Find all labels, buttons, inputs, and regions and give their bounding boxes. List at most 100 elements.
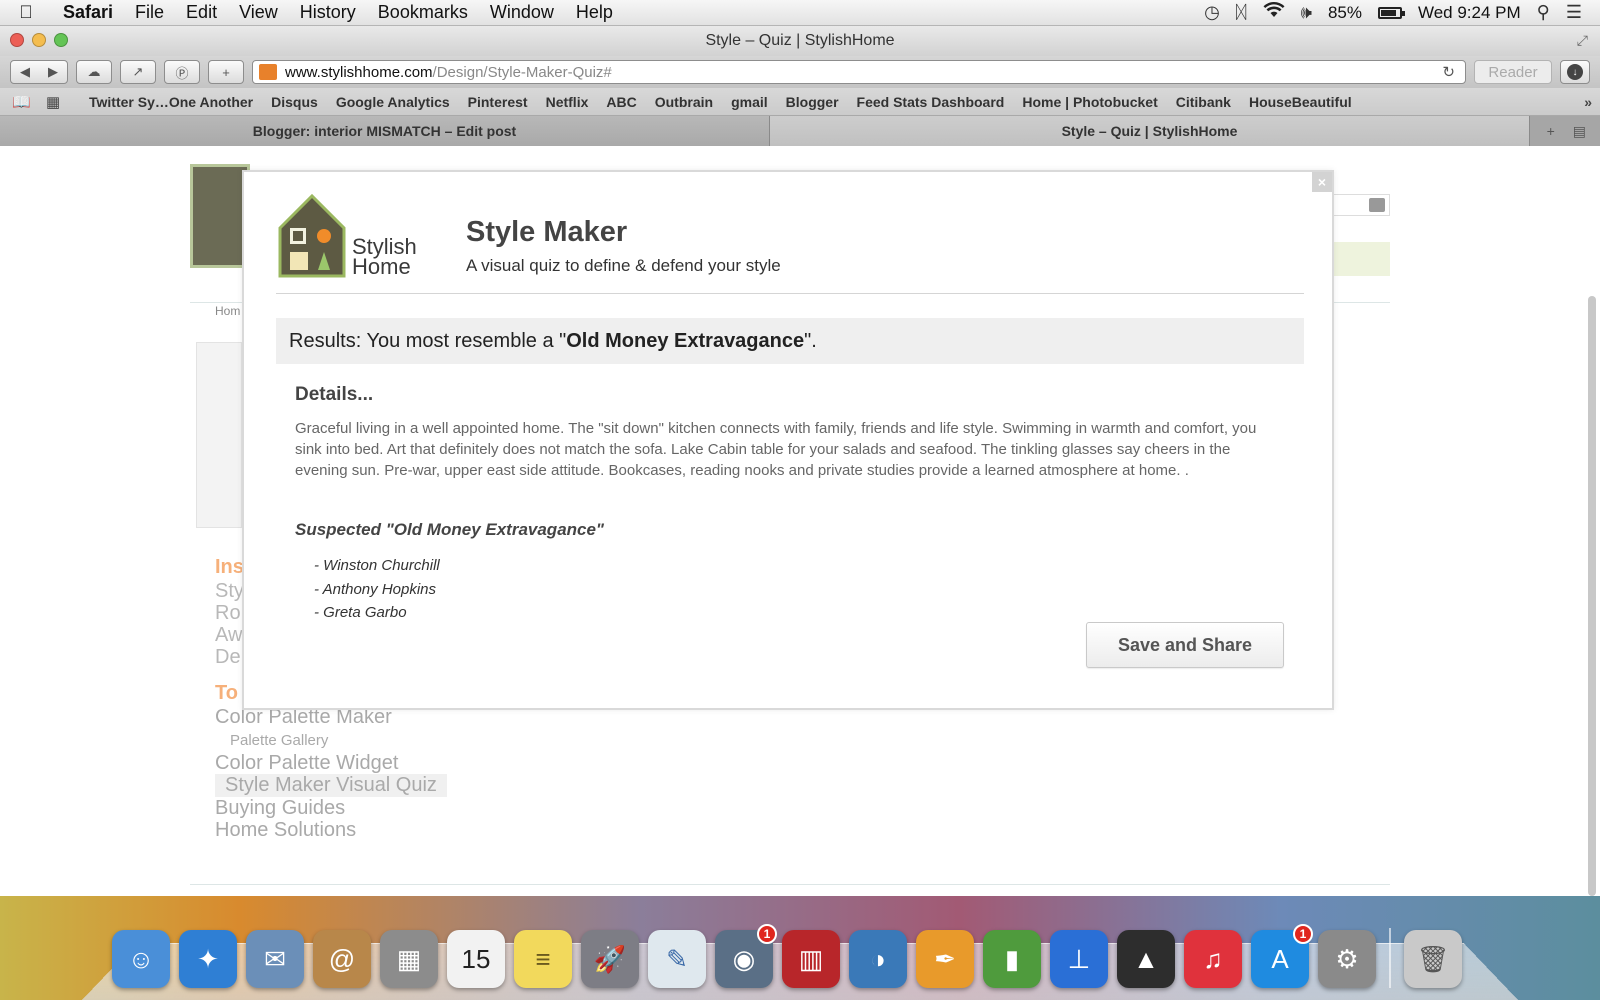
contacts-icon[interactable]: @ (313, 930, 371, 988)
menu-help[interactable]: Help (565, 2, 624, 23)
apple-menu-icon[interactable]:  (0, 2, 52, 23)
search-icon[interactable] (1369, 198, 1385, 212)
sidebar-item[interactable]: Ro (215, 602, 241, 625)
sidebar-item[interactable]: Aw (215, 624, 242, 647)
menu-file[interactable]: File (124, 2, 175, 23)
time-machine-icon[interactable]: ◷ (1204, 2, 1220, 23)
notification-center-icon[interactable]: ☰ (1566, 2, 1582, 23)
bookmark-netflix[interactable]: Netflix (537, 94, 598, 110)
sidebar-item-home-solutions[interactable]: Home Solutions (215, 819, 447, 842)
page-scrollbar[interactable] (1588, 296, 1596, 896)
sidebar-item-buying-guides[interactable]: Buying Guides (215, 797, 447, 820)
calendar-icon[interactable]: 15 (447, 930, 505, 988)
facetime-icon[interactable]: ◉ 1 (715, 924, 777, 988)
safari-icon[interactable]: ✦ (179, 930, 237, 988)
sidebar-nav: Color Palette Maker Palette Gallery Colo… (215, 706, 447, 842)
bookmark-disqus[interactable]: Disqus (262, 94, 327, 110)
breadcrumb[interactable]: Hom (215, 304, 240, 318)
pinterest-button[interactable]: Ⓟ (164, 60, 200, 84)
app-store-icon[interactable]: A1 (1251, 924, 1313, 988)
keynote-icon[interactable]: ⊥ (1050, 930, 1108, 988)
launchpad-icon[interactable]: 🚀 (581, 930, 639, 988)
dock-separator (1389, 928, 1391, 988)
menu-app-safari[interactable]: Safari (52, 2, 124, 23)
preview-icon[interactable]: ✎ (648, 930, 706, 988)
menu-view[interactable]: View (228, 2, 289, 23)
site-logo-background[interactable] (190, 164, 250, 268)
share-icon: ↗ (132, 64, 144, 79)
tab-style-quiz[interactable]: Style – Quiz | StylishHome (770, 116, 1530, 146)
bookmark-pinterest[interactable]: Pinterest (459, 94, 537, 110)
browser-toolbar: ◀ ▶ ☁ ↗ Ⓟ + www.stylishhome.com /Design/… (0, 56, 1600, 88)
bookmark-google-analytics[interactable]: Google Analytics (327, 94, 459, 110)
bookmark-citibank[interactable]: Citibank (1167, 94, 1240, 110)
icloud-tabs-button[interactable]: ☁ (76, 60, 112, 84)
details-heading: Details... (295, 384, 374, 405)
bookmark-gmail[interactable]: gmail (722, 94, 777, 110)
calculator-icon[interactable]: ▦ (380, 930, 438, 988)
sidebar-item-style-maker-quiz[interactable]: Style Maker Visual Quiz (215, 774, 447, 797)
bluetooth-icon[interactable]: ᛞ (1236, 2, 1247, 23)
top-sites-icon[interactable]: ▦ (46, 93, 68, 111)
pages-icon[interactable]: ✒ (916, 930, 974, 988)
sidebar-item[interactable]: Sty (215, 580, 244, 603)
downloads-button[interactable]: ↓ (1560, 60, 1590, 84)
mail-icon[interactable]: ✉ (246, 930, 304, 988)
window-controls (10, 33, 68, 47)
iphoto-icon[interactable]: ◑ (849, 930, 907, 988)
menu-clock[interactable]: Wed 9:24 PM (1418, 3, 1521, 23)
menu-window[interactable]: Window (479, 2, 565, 23)
bookmark-housebeautiful[interactable]: HouseBeautiful (1240, 94, 1361, 110)
trash-icon[interactable]: 🗑 (1404, 930, 1462, 988)
minimize-window-button[interactable] (32, 33, 46, 47)
numbers-icon[interactable]: ▮ (983, 930, 1041, 988)
tab-blogger[interactable]: Blogger: interior MISMATCH – Edit post (0, 116, 770, 146)
url-host: www.stylishhome.com (285, 63, 433, 81)
bookmark-feed-stats[interactable]: Feed Stats Dashboard (848, 94, 1014, 110)
menu-history[interactable]: History (289, 2, 367, 23)
reload-icon[interactable]: ↻ (1442, 63, 1465, 81)
battery-icon[interactable] (1377, 6, 1405, 19)
back-forward-buttons: ◀ ▶ (10, 60, 68, 84)
zoom-window-button[interactable] (54, 33, 68, 47)
bookmark-abc[interactable]: ABC (597, 94, 645, 110)
bookmark-blogger[interactable]: Blogger (777, 94, 848, 110)
page-content: Hom Ins Sty Ro Aw De To Color Palette Ma… (0, 146, 1600, 896)
share-button[interactable]: ↗ (120, 60, 156, 84)
inkscape-icon[interactable]: ▲ (1117, 930, 1175, 988)
spotlight-search-icon[interactable]: ⚲ (1537, 2, 1550, 23)
sidebar-item[interactable]: De (215, 646, 241, 669)
finder-icon[interactable]: ☺ (112, 930, 170, 988)
tab-overview-icon[interactable]: ▤ (1573, 123, 1586, 140)
more-bookmarks-icon[interactable]: » (1584, 94, 1600, 110)
menu-edit[interactable]: Edit (175, 2, 228, 23)
volume-icon[interactable]: 🕪 (1301, 2, 1312, 23)
close-window-button[interactable] (10, 33, 24, 47)
sidebar-item-color-palette-widget[interactable]: Color Palette Widget (215, 752, 447, 775)
itunes-icon[interactable]: ♫ (1184, 930, 1242, 988)
menu-bar:  Safari File Edit View History Bookmark… (0, 0, 1600, 26)
wifi-icon[interactable] (1263, 2, 1285, 23)
add-tab-icon[interactable]: + (1547, 123, 1555, 139)
bookmark-outbrain[interactable]: Outbrain (646, 94, 722, 110)
reader-button[interactable]: Reader (1474, 60, 1552, 84)
sidebar-item-palette-gallery[interactable]: Palette Gallery (215, 729, 447, 752)
bookmark-twitter[interactable]: Twitter Sy…One Another (80, 94, 262, 110)
address-bar[interactable]: www.stylishhome.com /Design/Style-Maker-… (252, 60, 1466, 84)
reading-list-icon[interactable]: 📖 (12, 93, 34, 111)
fullscreen-icon[interactable]: ⤢ (1577, 32, 1588, 49)
list-item: - Winston Churchill (314, 557, 440, 574)
forward-icon[interactable]: ▶ (48, 64, 58, 80)
system-preferences-icon[interactable]: ⚙ (1318, 930, 1376, 988)
save-and-share-button[interactable]: Save and Share (1086, 622, 1284, 668)
menu-bookmarks[interactable]: Bookmarks (367, 2, 479, 23)
new-tab-button[interactable]: + (208, 60, 244, 84)
notes-icon[interactable]: ≡ (514, 930, 572, 988)
close-modal-button[interactable]: × (1312, 172, 1332, 192)
bookmark-photobucket[interactable]: Home | Photobucket (1013, 94, 1166, 110)
bookmarks-bar: 📖 ▦ Twitter Sy…One Another Disqus Google… (0, 88, 1600, 116)
battery-percent[interactable]: 85% (1328, 3, 1362, 23)
photo-booth-icon[interactable]: ▥ (782, 930, 840, 988)
results-suffix: ". (804, 329, 817, 352)
back-icon[interactable]: ◀ (20, 64, 30, 80)
